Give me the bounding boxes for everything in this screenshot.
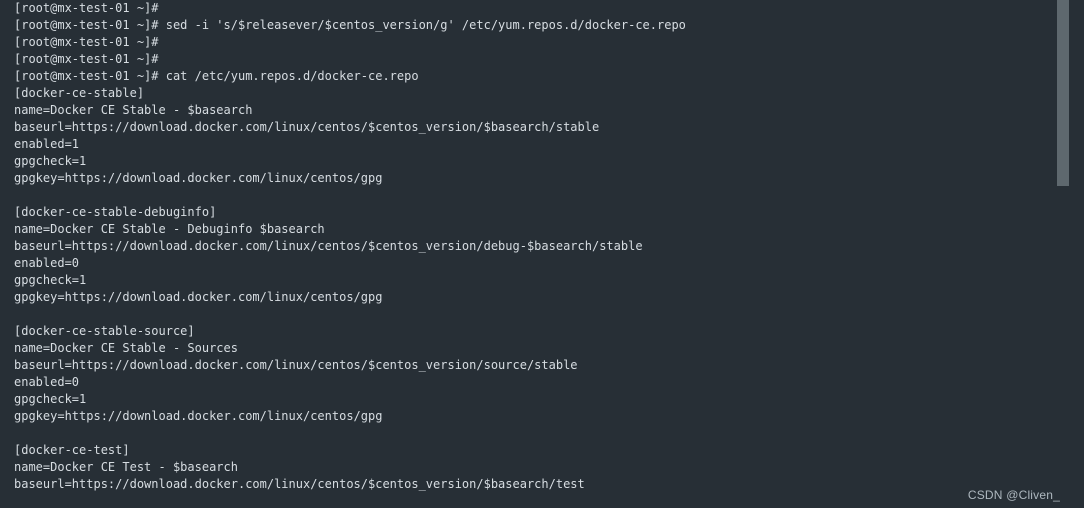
terminal-line: gpgkey=https://download.docker.com/linux…	[14, 290, 383, 304]
terminal-line: gpgcheck=1	[14, 273, 87, 287]
terminal-line: [docker-ce-stable-source]	[14, 324, 195, 338]
terminal-line: [docker-ce-stable-debuginfo]	[14, 205, 217, 219]
terminal-line: gpgkey=https://download.docker.com/linux…	[14, 409, 383, 423]
terminal-line: [root@mx-test-01 ~]#	[14, 1, 159, 15]
terminal-line: baseurl=https://download.docker.com/linu…	[14, 120, 600, 134]
terminal-line: [docker-ce-test]	[14, 443, 130, 457]
terminal-scrollbar-thumb[interactable]	[1057, 0, 1069, 186]
terminal-line: name=Docker CE Stable - Sources	[14, 341, 238, 355]
terminal-line: [root@mx-test-01 ~]#	[14, 35, 159, 49]
terminal-line: name=Docker CE Stable - $basearch	[14, 103, 253, 117]
terminal-line: [root@mx-test-01 ~]# sed -i 's/$releasev…	[14, 18, 686, 32]
watermark-label: CSDN @Cliven_	[967, 488, 1060, 502]
terminal-line: baseurl=https://download.docker.com/linu…	[14, 239, 643, 253]
terminal-line: [docker-ce-stable]	[14, 86, 145, 100]
terminal-line: enabled=0	[14, 375, 80, 389]
terminal-line: name=Docker CE Stable - Debuginfo $basea…	[14, 222, 325, 236]
terminal-scrollbar-track[interactable]	[1057, 0, 1069, 508]
terminal-line: [root@mx-test-01 ~]#	[14, 52, 159, 66]
terminal-line: gpgkey=https://download.docker.com/linux…	[14, 171, 383, 185]
terminal-line: gpgcheck=1	[14, 154, 87, 168]
terminal-output: [root@mx-test-01 ~]# [root@mx-test-01 ~]#…	[14, 0, 1044, 493]
terminal-window[interactable]: [root@mx-test-01 ~]# [root@mx-test-01 ~]#…	[0, 0, 1084, 508]
terminal-line: enabled=0	[14, 256, 80, 270]
terminal-line: baseurl=https://download.docker.com/linu…	[14, 477, 585, 491]
terminal-line: baseurl=https://download.docker.com/linu…	[14, 358, 578, 372]
terminal-line: name=Docker CE Test - $basearch	[14, 460, 238, 474]
terminal-line: enabled=1	[14, 137, 80, 151]
terminal-line: gpgcheck=1	[14, 392, 87, 406]
terminal-line: [root@mx-test-01 ~]# cat /etc/yum.repos.…	[14, 69, 419, 83]
